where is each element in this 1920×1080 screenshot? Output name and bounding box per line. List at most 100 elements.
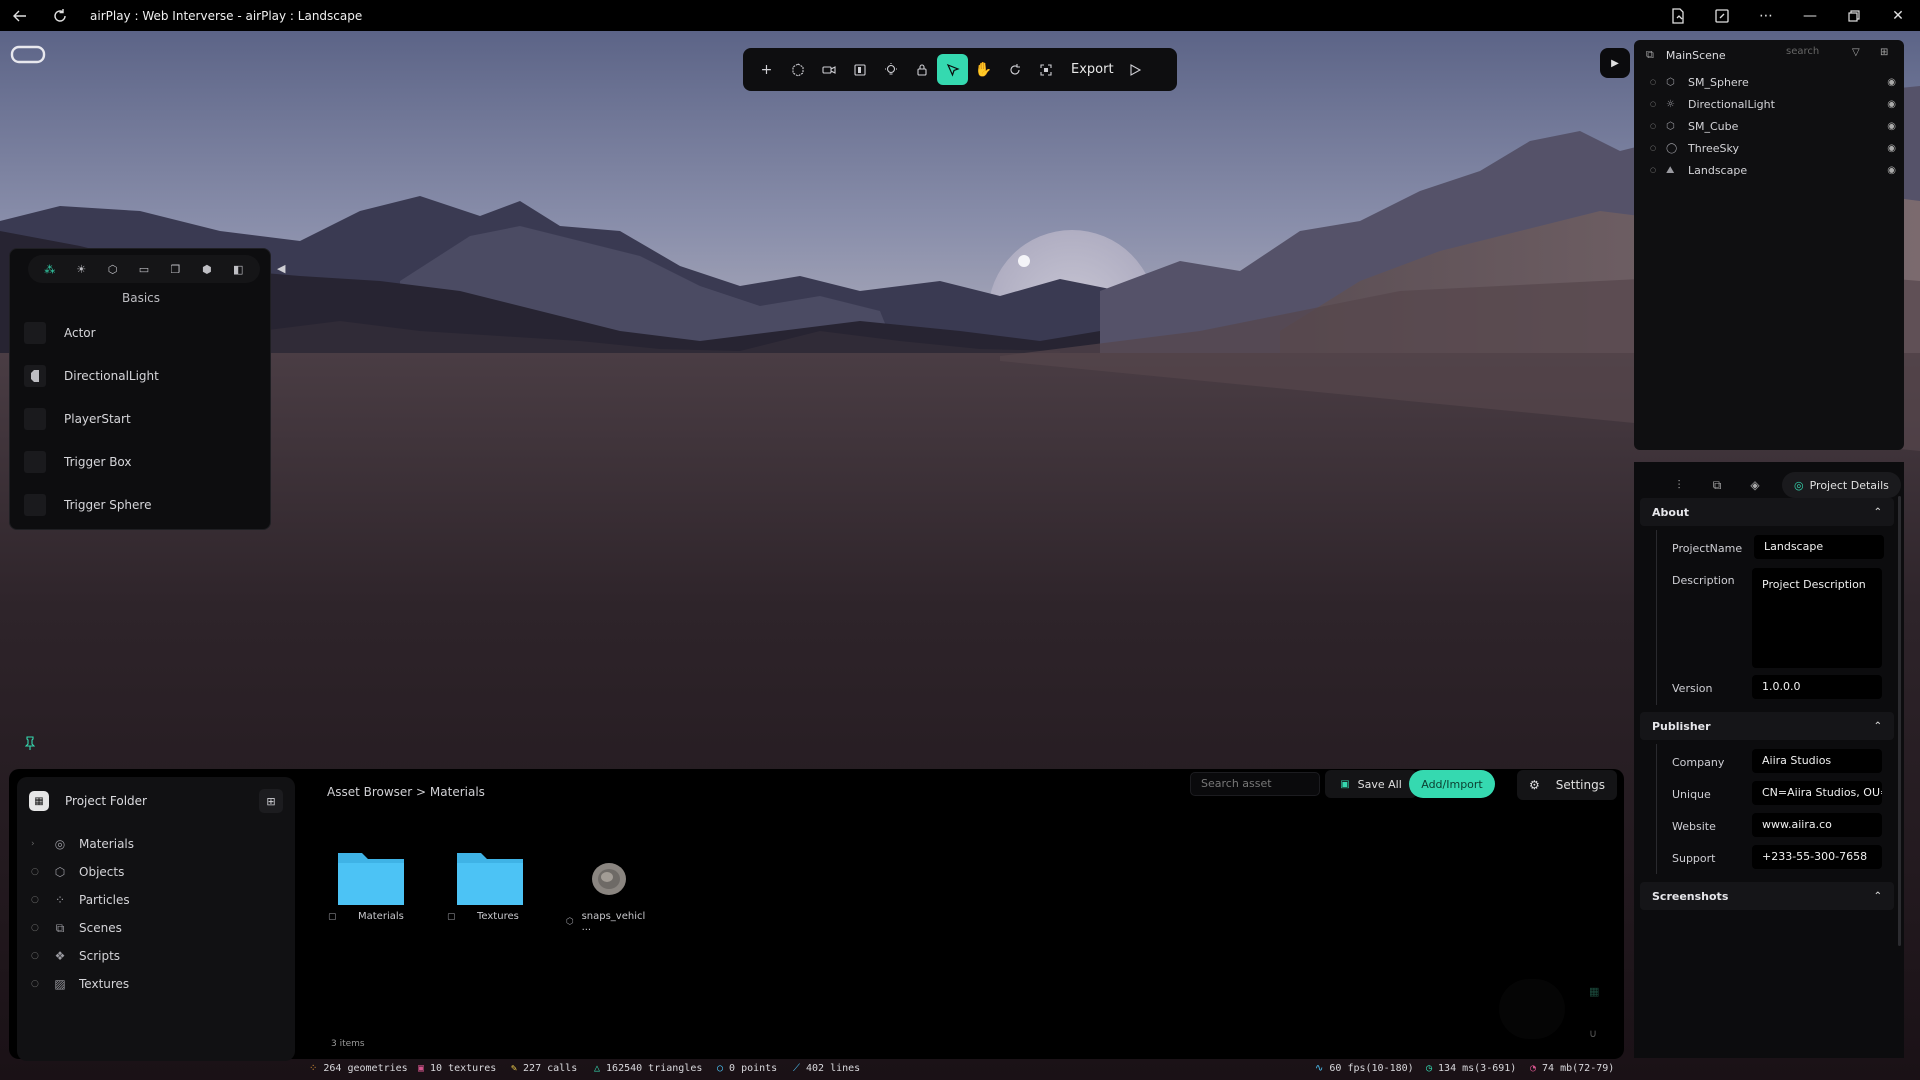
grid-view-icon[interactable]: ▦ (1589, 985, 1599, 998)
magnet-icon[interactable]: ∪ (1589, 1027, 1597, 1040)
bulb-icon[interactable] (875, 54, 906, 85)
tab-basics-icon[interactable]: ⁂ (38, 263, 62, 276)
folder-icon (338, 853, 404, 905)
filter-icon[interactable]: ▽ (1852, 47, 1860, 58)
website-field[interactable]: www.aiira.co (1752, 813, 1882, 837)
collapse-right-icon[interactable]: ▶ (1600, 48, 1630, 78)
eye-icon[interactable]: ◉ (1887, 77, 1896, 88)
eye-icon[interactable]: ◉ (1887, 165, 1896, 176)
close-icon[interactable]: ✕ (1876, 0, 1920, 31)
add-folder-icon[interactable]: ⊞ (259, 789, 283, 813)
folder-item-particles[interactable]: ○ ⁘ Particles (31, 890, 130, 910)
folder-item-objects[interactable]: ○ ⬡ Objects (31, 862, 124, 882)
scenes-icon: ⧉ (55, 920, 65, 935)
pencil-icon: ✎ (511, 1063, 518, 1074)
object-icon[interactable] (782, 54, 813, 85)
collapse-left-icon[interactable]: ◀ (277, 262, 285, 275)
export-button[interactable]: Export (1071, 62, 1114, 77)
outliner-search-input[interactable]: search (1786, 46, 1819, 57)
details-scrollbar[interactable] (1898, 496, 1901, 946)
tab-lights-icon[interactable]: ☀ (69, 263, 93, 276)
hand-icon[interactable]: ✋ (968, 54, 999, 85)
rotate-icon[interactable] (999, 54, 1030, 85)
more-dots-icon[interactable]: ⋯ (1744, 0, 1788, 31)
tab-scene-icon[interactable]: ⧉ (1698, 478, 1736, 493)
screen-icon[interactable] (1700, 0, 1744, 31)
scale-icon[interactable] (1030, 54, 1061, 85)
add-import-button[interactable]: Add/Import (1409, 770, 1495, 798)
tab-material-icon[interactable]: ◈ (1736, 478, 1774, 492)
project-folder-header: ▦ Project Folder (29, 791, 147, 811)
folder-item-materials[interactable]: › ◎ Materials (31, 834, 134, 854)
dot-icon: ○ (1650, 122, 1657, 130)
chevron-up-icon[interactable]: ⌃ (1874, 507, 1882, 518)
refresh-icon[interactable] (40, 0, 80, 31)
tab-properties-icon[interactable]: ⫶ (1660, 478, 1698, 493)
particles-icon: ⁘ (54, 893, 66, 907)
select-cursor-icon[interactable] (937, 54, 968, 85)
tab-cameras-icon[interactable]: ▭ (132, 263, 156, 276)
search-asset-input[interactable]: Search asset (1190, 772, 1320, 796)
folder-item-scripts[interactable]: ○ ❖ Scripts (31, 946, 120, 966)
eye-icon[interactable]: ◉ (1887, 143, 1896, 154)
image-icon: ▨ (54, 977, 66, 991)
cube-icon: ⬡ (54, 865, 66, 879)
basics-item-directional-light[interactable]: DirectionalLight (24, 362, 159, 390)
details-tabs: ⫶ ⧉ ◈ ◎ Project Details (1660, 472, 1901, 498)
status-bar: ⁘ 264 geometries ▣ 10 textures ✎ 227 cal… (0, 1058, 1920, 1080)
stat-textures: ▣ 10 textures (418, 1063, 497, 1074)
about-section-header[interactable]: About ⌃ (1640, 498, 1894, 526)
basics-item-trigger-box[interactable]: Trigger Box (24, 448, 132, 476)
version-field[interactable]: 1.0.0.0 (1752, 675, 1882, 699)
back-arrow-icon[interactable] (0, 0, 40, 31)
project-name-field[interactable]: Landscape (1754, 535, 1884, 559)
publisher-section-line (1656, 744, 1657, 874)
company-field[interactable]: Aiira Studios (1752, 749, 1882, 773)
support-field[interactable]: +233-55-300-7658 (1752, 845, 1882, 869)
minimize-icon[interactable]: — (1788, 0, 1832, 31)
basics-item-player-start[interactable]: PlayerStart (24, 405, 131, 433)
eye-icon[interactable]: ◉ (1887, 121, 1896, 132)
tab-cube-icon[interactable]: ⬢ (195, 263, 219, 276)
basics-item-actor[interactable]: Actor (24, 319, 96, 347)
basics-panel: ⁂ ☀ ⬡ ▭ ❐ ⬢ ◧ Basics Actor DirectionalLi… (9, 248, 271, 530)
outliner-item-threesky[interactable]: ○ ◯ ThreeSky ◉ (1650, 138, 1896, 158)
save-all-button[interactable]: ▣ Save All (1325, 770, 1417, 798)
screenshots-section-header[interactable]: Screenshots ⌃ (1640, 882, 1894, 910)
play-icon[interactable] (1120, 54, 1151, 85)
asset-breadcrumb: Asset Browser > Materials (327, 785, 485, 799)
new-folder-icon[interactable]: ⊞ (1880, 47, 1888, 58)
asset-model-snaps-vehicle[interactable]: ⬡ snaps_vehicl ... (560, 839, 660, 933)
dot-icon: ○ (31, 867, 39, 877)
description-field[interactable]: Project Description (1752, 568, 1882, 668)
outliner-item-sm-cube[interactable]: ○ ⬡ SM_Cube ◉ (1650, 116, 1896, 136)
add-icon[interactable]: + (751, 54, 782, 85)
outliner-item-sm-sphere[interactable]: ○ ⬡ SM_Sphere ◉ (1650, 72, 1896, 92)
unique-field[interactable]: CN=Aiira Studios, OU= (1752, 781, 1882, 805)
folder-item-scenes[interactable]: ○ ⧉ Scenes (31, 918, 122, 938)
restore-icon[interactable] (1832, 0, 1876, 31)
eye-icon[interactable]: ◉ (1887, 99, 1896, 110)
publisher-section-header[interactable]: Publisher ⌃ (1640, 712, 1894, 740)
basics-item-trigger-sphere[interactable]: Trigger Sphere (24, 491, 151, 519)
pin-icon[interactable] (24, 736, 36, 753)
tab-copy-icon[interactable]: ❐ (163, 263, 187, 276)
file-icon[interactable] (1656, 0, 1700, 31)
chevron-up-icon[interactable]: ⌃ (1874, 721, 1882, 732)
folder-item-textures[interactable]: ○ ▨ Textures (31, 974, 129, 994)
chevron-up-icon[interactable]: ⌃ (1874, 891, 1882, 902)
asset-folder-materials[interactable]: ▢ Materials (322, 839, 422, 929)
light-panel-icon[interactable] (844, 54, 875, 85)
lock-icon[interactable] (906, 54, 937, 85)
tab-panel-icon[interactable]: ◧ (226, 263, 250, 276)
settings-button[interactable]: ⚙ Settings (1517, 770, 1617, 800)
outliner-item-landscape[interactable]: ○ ⛰ Landscape ◉ (1650, 160, 1896, 180)
tab-objects-icon[interactable]: ⬡ (101, 263, 125, 276)
outliner-item-directional-light[interactable]: ○ ☼ DirectionalLight ◉ (1650, 94, 1896, 114)
asset-folder-textures[interactable]: ▢ Textures (441, 839, 541, 929)
tab-project-details[interactable]: ◎ Project Details (1782, 472, 1901, 498)
chevron-right-icon[interactable]: › (31, 839, 47, 849)
camera-icon[interactable] (813, 54, 844, 85)
dot-icon: ○ (31, 951, 39, 961)
folder-icon (457, 853, 523, 905)
